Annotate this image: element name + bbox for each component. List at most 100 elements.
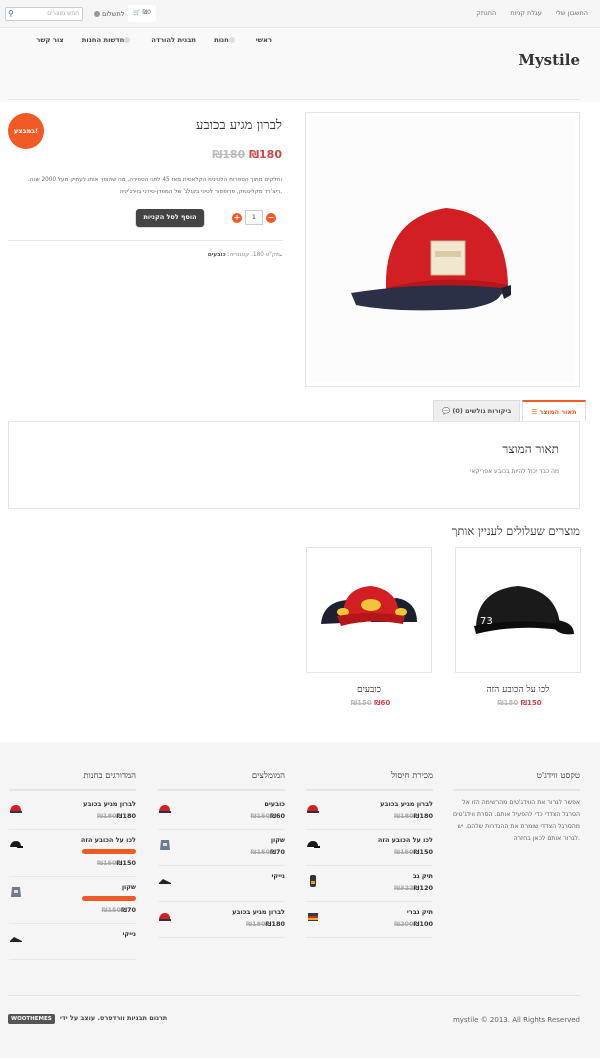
nav-item-theme-download[interactable]: תבנית להורדה bbox=[151, 36, 196, 44]
list-item[interactable]: לברון מגיע בכובע ₪180₪180 bbox=[306, 797, 433, 830]
tab-reviews[interactable]: 💬 ביקורות גולשים (0) bbox=[433, 400, 521, 421]
divider bbox=[8, 99, 580, 100]
item-name: לברון מגיע בכובע bbox=[380, 800, 433, 808]
add-to-cart-button[interactable]: הוסף לסל הקניות bbox=[136, 209, 204, 226]
item-name: נייקי bbox=[271, 872, 285, 880]
widget-on-sale: מכירת חיסול לברון מגיע בכובע ₪180₪180 לכ… bbox=[306, 770, 433, 941]
old-price: ₪322 bbox=[394, 884, 414, 892]
related-product-image[interactable] bbox=[306, 547, 432, 673]
widget-body: אפשר לגרור את הווידג'טים מהרשימה הזו אל … bbox=[453, 799, 580, 842]
old-price: ₪180 bbox=[212, 148, 246, 161]
list-item[interactable]: תיק גב ₪322₪120 bbox=[306, 869, 433, 902]
sale-price: ₪60 bbox=[270, 812, 285, 820]
my-account-link[interactable]: החשבון שלי bbox=[556, 9, 588, 17]
widget-text: טקסט ווידג'ט אפשר לגרור את הווידג'טים מה… bbox=[453, 770, 580, 845]
list-item[interactable]: כובעים ₪150₪60 bbox=[158, 797, 285, 830]
shirt-thumbnail bbox=[160, 840, 170, 850]
list-item[interactable]: שקון ₪150₪70 bbox=[158, 833, 285, 866]
nav-item-shop-label: חנות bbox=[214, 36, 229, 44]
cap-thumbnail bbox=[10, 841, 23, 848]
mini-cart[interactable]: 🛒 ₪0 bbox=[128, 5, 156, 22]
sale-price: ₪180 bbox=[413, 812, 433, 820]
cap-thumbnail bbox=[159, 805, 171, 813]
item-name: כובעים bbox=[264, 800, 285, 808]
sale-price: ₪150 bbox=[413, 848, 433, 856]
nav-item-contact[interactable]: צור קשר bbox=[36, 36, 63, 44]
cap-thumbnail bbox=[307, 841, 320, 848]
cap-thumbnail bbox=[159, 913, 171, 921]
search-placeholder: חפש מוצרים bbox=[47, 10, 79, 17]
checkout-link[interactable]: לתשלום bbox=[92, 10, 124, 18]
item-name: לברון מגיע בכובע bbox=[232, 908, 285, 916]
nav-item-news-label: חדשות החנות bbox=[81, 36, 125, 44]
panel-text: מה כבר יכול להיות בכובע אפריקאי bbox=[470, 468, 559, 475]
old-price: ₪150 bbox=[497, 699, 519, 707]
list-item[interactable]: לברון מגיע בכובע ₪180₪180 bbox=[9, 797, 136, 830]
list-item[interactable]: לברון מגיע בכובע ₪180₪180 bbox=[158, 905, 285, 938]
checkout-label: לתשלום bbox=[102, 10, 125, 18]
sale-price: ₪100 bbox=[413, 920, 433, 928]
cart-icon: 🛒 bbox=[133, 9, 141, 16]
bag-thumbnail bbox=[308, 913, 318, 921]
widget-title: טקסט ווידג'ט bbox=[453, 770, 580, 791]
item-price: ₪150₪150 bbox=[94, 859, 136, 867]
cart-total: ₪0 bbox=[142, 9, 151, 16]
search-input[interactable]: ⚲ חפש מוצרים bbox=[5, 7, 83, 21]
widget-title: המומלצים bbox=[158, 770, 285, 791]
footer-widgets: טקסט ווידג'ט אפשר לגרור את הווידג'טים מה… bbox=[0, 742, 600, 1058]
list-item[interactable]: תיק גברי ₪200₪100 bbox=[306, 905, 433, 938]
list-item[interactable]: לכו על הכובע הזה ₪150₪150 bbox=[9, 833, 136, 877]
red-cap-image bbox=[312, 119, 575, 382]
search-icon[interactable]: ⚲ bbox=[8, 9, 14, 18]
list-item[interactable]: לכו על הכובע הזה ₪150₪150 bbox=[306, 833, 433, 866]
tab-reviews-label: ביקורות גולשים (0) bbox=[452, 407, 512, 415]
site-logo[interactable]: Mystile bbox=[518, 51, 580, 69]
tab-description-label: תאור המוצר bbox=[539, 408, 577, 416]
list-item[interactable]: נייקי bbox=[158, 869, 285, 902]
minus-icon[interactable]: − bbox=[266, 212, 276, 223]
item-price: ₪150₪60 bbox=[248, 812, 285, 820]
quantity-field[interactable]: 1 bbox=[245, 210, 263, 225]
cart-link[interactable]: עגלת קניות bbox=[510, 9, 542, 17]
sale-price: ₪150 bbox=[116, 859, 136, 867]
list-item[interactable]: שקון ₪150₪70 bbox=[9, 880, 136, 924]
quantity-stepper: + 1 − bbox=[232, 210, 276, 225]
logout-link[interactable]: התנתק bbox=[476, 9, 496, 17]
related-products-title: מוצרים שעלולים לעניין אותך bbox=[451, 524, 580, 538]
product-tabs: ☰ תאור המוצר 💬 ביקורות גולשים (0) bbox=[431, 400, 586, 421]
item-price: ₪180₪180 bbox=[391, 812, 433, 820]
item-name: לברון מגיע בכובע bbox=[83, 800, 136, 808]
related-product-price: ₪150 ₪150 bbox=[455, 699, 581, 707]
product-image[interactable] bbox=[305, 112, 580, 387]
item-price: ₪180₪180 bbox=[243, 920, 285, 928]
checkout-icon bbox=[94, 11, 100, 17]
item-name: שקון bbox=[270, 836, 285, 844]
star-rating bbox=[82, 896, 136, 901]
panel-title: תאור המוצר bbox=[502, 442, 559, 456]
sale-price: ₪60 bbox=[374, 699, 391, 707]
credits-text[interactable]: תרגום תבניות וורדפרס. עוצב על ידי bbox=[60, 1014, 167, 1022]
related-product-name[interactable]: כובעים bbox=[306, 684, 432, 695]
submenu-icon bbox=[124, 37, 131, 43]
related-product-image[interactable]: 73 bbox=[455, 547, 581, 673]
list-icon: ☰ bbox=[531, 408, 538, 416]
top-bar: החשבון שלי עגלת קניות התנתק 🛒 ₪0 לתשלום … bbox=[0, 0, 600, 28]
old-price: ₪150 bbox=[250, 812, 271, 820]
old-price: ₪150 bbox=[250, 848, 271, 856]
related-product-name[interactable]: לכו על הכובע הזה bbox=[455, 684, 581, 695]
nav-item-shop[interactable]: חנות bbox=[214, 36, 238, 44]
shoe-thumbnail bbox=[10, 937, 22, 943]
tab-description[interactable]: ☰ תאור המוצר bbox=[522, 400, 586, 421]
shoe-thumbnail bbox=[159, 879, 171, 885]
woothemes-logo[interactable]: WOOTHEMES bbox=[8, 1014, 55, 1024]
cap-thumbnail bbox=[307, 805, 319, 813]
nav-item-news[interactable]: חדשות החנות bbox=[82, 36, 134, 44]
nav-item-home[interactable]: ראשי bbox=[256, 36, 272, 44]
sale-price: ₪180 bbox=[249, 148, 282, 161]
old-price: ₪150 bbox=[101, 906, 122, 914]
copyright: mystile © 2013. All Rights Reserved bbox=[452, 1016, 580, 1024]
list-item[interactable]: נייקי bbox=[9, 927, 136, 960]
item-price: ₪150₪70 bbox=[248, 848, 285, 856]
plus-icon[interactable]: + bbox=[232, 212, 242, 223]
backpack-thumbnail bbox=[310, 875, 316, 887]
